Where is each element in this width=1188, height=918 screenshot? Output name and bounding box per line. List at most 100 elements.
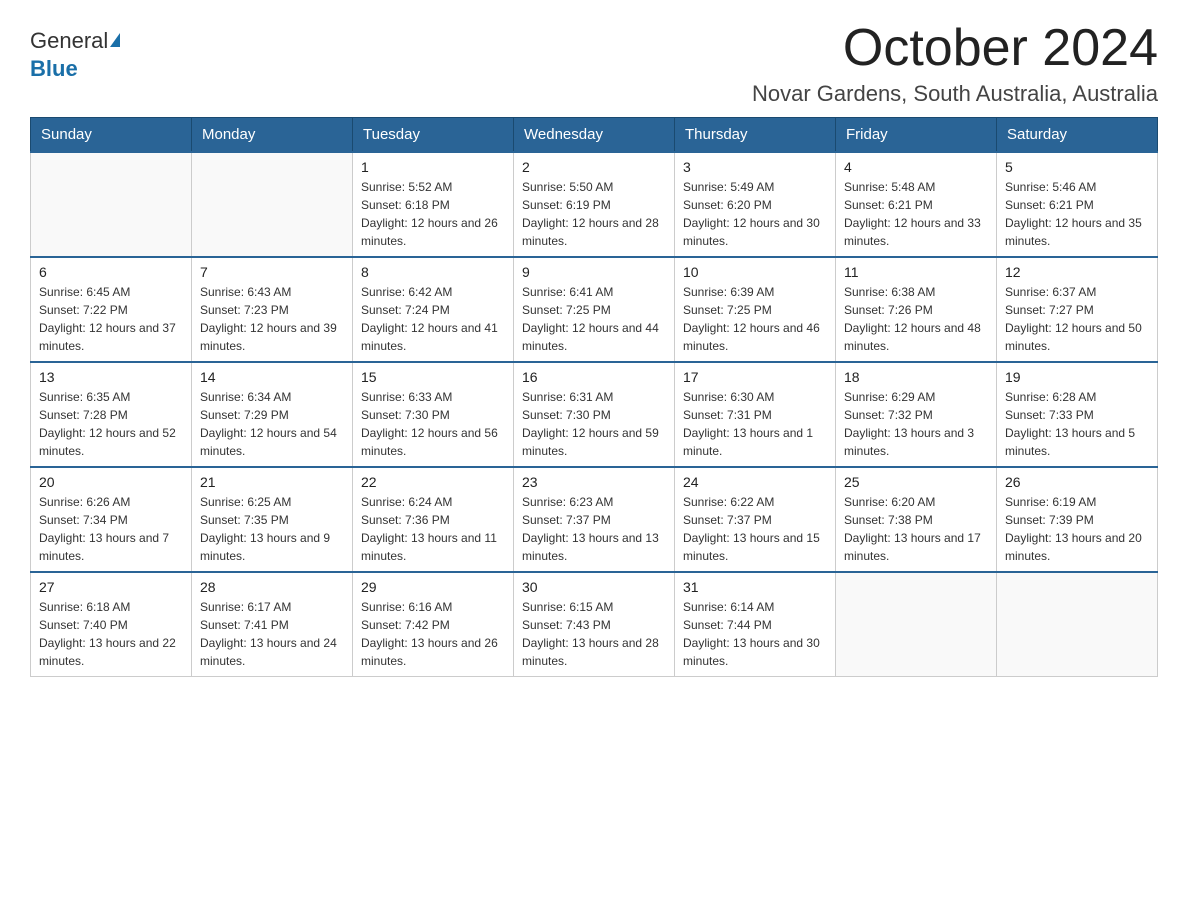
day-number: 25 [844, 474, 988, 490]
calendar-day-cell: 1 Sunrise: 5:52 AMSunset: 6:18 PMDaylight… [353, 152, 514, 257]
calendar-day-cell: 31Sunrise: 6:14 AMSunset: 7:44 PMDayligh… [675, 572, 836, 677]
day-info: Sunrise: 6:39 AMSunset: 7:25 PMDaylight:… [683, 283, 827, 355]
day-info: Sunrise: 6:15 AMSunset: 7:43 PMDaylight:… [522, 598, 666, 670]
day-number: 18 [844, 369, 988, 385]
calendar-week-row: 20Sunrise: 6:26 AMSunset: 7:34 PMDayligh… [31, 467, 1158, 572]
day-number: 26 [1005, 474, 1149, 490]
day-of-week-header: Friday [836, 118, 997, 153]
calendar-day-cell: 6 Sunrise: 6:45 AMSunset: 7:22 PMDaylight… [31, 257, 192, 362]
calendar-day-cell: 25 Sunrise: 6:20 AMSunset: 7:38 PMDayligh… [836, 467, 997, 572]
calendar-week-row: 1 Sunrise: 5:52 AMSunset: 6:18 PMDaylight… [31, 152, 1158, 257]
day-info: Sunrise: 6:45 AMSunset: 7:22 PMDaylight:… [39, 283, 183, 355]
day-info: Sunrise: 6:19 AMSunset: 7:39 PMDaylight:… [1005, 493, 1149, 565]
day-info: Sunrise: 5:50 AMSunset: 6:19 PMDaylight:… [522, 178, 666, 250]
day-number: 14 [200, 369, 344, 385]
calendar-day-cell: 12 Sunrise: 6:37 AMSunset: 7:27 PMDayligh… [997, 257, 1158, 362]
day-number: 29 [361, 579, 505, 595]
day-number: 13 [39, 369, 183, 385]
calendar-day-cell: 14 Sunrise: 6:34 AMSunset: 7:29 PMDayligh… [192, 362, 353, 467]
calendar-day-cell: 10 Sunrise: 6:39 AMSunset: 7:25 PMDayligh… [675, 257, 836, 362]
calendar-day-cell [31, 152, 192, 257]
calendar-day-cell: 24 Sunrise: 6:22 AMSunset: 7:37 PMDayligh… [675, 467, 836, 572]
day-number: 30 [522, 579, 666, 595]
day-number: 21 [200, 474, 344, 490]
day-info: Sunrise: 6:42 AMSunset: 7:24 PMDaylight:… [361, 283, 505, 355]
day-number: 22 [361, 474, 505, 490]
calendar-day-cell: 23Sunrise: 6:23 AMSunset: 7:37 PMDayligh… [514, 467, 675, 572]
calendar-day-cell: 11 Sunrise: 6:38 AMSunset: 7:26 PMDayligh… [836, 257, 997, 362]
title-block: October 2024 Novar Gardens, South Austra… [752, 20, 1158, 107]
day-number: 9 [522, 264, 666, 280]
calendar-day-cell: 26 Sunrise: 6:19 AMSunset: 7:39 PMDayligh… [997, 467, 1158, 572]
day-info: Sunrise: 6:29 AMSunset: 7:32 PMDaylight:… [844, 388, 988, 460]
day-of-week-header: Monday [192, 118, 353, 153]
calendar-day-cell: 17Sunrise: 6:30 AMSunset: 7:31 PMDayligh… [675, 362, 836, 467]
day-info: Sunrise: 6:43 AMSunset: 7:23 PMDaylight:… [200, 283, 344, 355]
days-of-week-row: SundayMondayTuesdayWednesdayThursdayFrid… [31, 118, 1158, 153]
calendar-day-cell: 9Sunrise: 6:41 AMSunset: 7:25 PMDaylight… [514, 257, 675, 362]
day-of-week-header: Tuesday [353, 118, 514, 153]
day-info: Sunrise: 6:16 AMSunset: 7:42 PMDaylight:… [361, 598, 505, 670]
day-number: 3 [683, 159, 827, 175]
day-of-week-header: Saturday [997, 118, 1158, 153]
day-number: 16 [522, 369, 666, 385]
day-number: 15 [361, 369, 505, 385]
calendar-table: SundayMondayTuesdayWednesdayThursdayFrid… [30, 117, 1158, 677]
calendar-day-cell: 20Sunrise: 6:26 AMSunset: 7:34 PMDayligh… [31, 467, 192, 572]
calendar-day-cell: 3 Sunrise: 5:49 AMSunset: 6:20 PMDaylight… [675, 152, 836, 257]
day-number: 24 [683, 474, 827, 490]
calendar-day-cell: 8Sunrise: 6:42 AMSunset: 7:24 PMDaylight… [353, 257, 514, 362]
logo-triangle-icon [110, 33, 120, 47]
calendar-day-cell: 22 Sunrise: 6:24 AMSunset: 7:36 PMDayligh… [353, 467, 514, 572]
day-of-week-header: Wednesday [514, 118, 675, 153]
day-info: Sunrise: 6:24 AMSunset: 7:36 PMDaylight:… [361, 493, 505, 565]
day-info: Sunrise: 5:52 AMSunset: 6:18 PMDaylight:… [361, 178, 505, 250]
day-number: 6 [39, 264, 183, 280]
day-number: 17 [683, 369, 827, 385]
day-info: Sunrise: 6:20 AMSunset: 7:38 PMDaylight:… [844, 493, 988, 565]
day-number: 23 [522, 474, 666, 490]
day-info: Sunrise: 6:22 AMSunset: 7:37 PMDaylight:… [683, 493, 827, 565]
day-info: Sunrise: 6:35 AMSunset: 7:28 PMDaylight:… [39, 388, 183, 460]
day-number: 5 [1005, 159, 1149, 175]
day-info: Sunrise: 6:18 AMSunset: 7:40 PMDaylight:… [39, 598, 183, 670]
logo-blue-text: Blue [30, 56, 78, 81]
day-number: 20 [39, 474, 183, 490]
day-number: 12 [1005, 264, 1149, 280]
calendar-week-row: 13 Sunrise: 6:35 AMSunset: 7:28 PMDayligh… [31, 362, 1158, 467]
day-info: Sunrise: 5:48 AMSunset: 6:21 PMDaylight:… [844, 178, 988, 250]
day-info: Sunrise: 6:31 AMSunset: 7:30 PMDaylight:… [522, 388, 666, 460]
subtitle: Novar Gardens, South Australia, Australi… [752, 81, 1158, 107]
day-info: Sunrise: 6:34 AMSunset: 7:29 PMDaylight:… [200, 388, 344, 460]
calendar-day-cell [997, 572, 1158, 677]
calendar-day-cell: 29 Sunrise: 6:16 AMSunset: 7:42 PMDayligh… [353, 572, 514, 677]
day-info: Sunrise: 6:38 AMSunset: 7:26 PMDaylight:… [844, 283, 988, 355]
day-info: Sunrise: 5:46 AMSunset: 6:21 PMDaylight:… [1005, 178, 1149, 250]
day-number: 1 [361, 159, 505, 175]
calendar-day-cell: 18 Sunrise: 6:29 AMSunset: 7:32 PMDayligh… [836, 362, 997, 467]
calendar-day-cell: 28Sunrise: 6:17 AMSunset: 7:41 PMDayligh… [192, 572, 353, 677]
calendar-day-cell [192, 152, 353, 257]
day-number: 19 [1005, 369, 1149, 385]
day-info: Sunrise: 6:28 AMSunset: 7:33 PMDaylight:… [1005, 388, 1149, 460]
calendar-week-row: 27 Sunrise: 6:18 AMSunset: 7:40 PMDayligh… [31, 572, 1158, 677]
calendar-day-cell: 7Sunrise: 6:43 AMSunset: 7:23 PMDaylight… [192, 257, 353, 362]
calendar-day-cell: 2Sunrise: 5:50 AMSunset: 6:19 PMDaylight… [514, 152, 675, 257]
logo: General Blue [30, 28, 120, 82]
day-number: 4 [844, 159, 988, 175]
calendar-day-cell: 21Sunrise: 6:25 AMSunset: 7:35 PMDayligh… [192, 467, 353, 572]
day-number: 11 [844, 264, 988, 280]
main-title: October 2024 [752, 20, 1158, 77]
day-number: 31 [683, 579, 827, 595]
day-info: Sunrise: 6:37 AMSunset: 7:27 PMDaylight:… [1005, 283, 1149, 355]
day-info: Sunrise: 6:33 AMSunset: 7:30 PMDaylight:… [361, 388, 505, 460]
day-number: 10 [683, 264, 827, 280]
day-number: 27 [39, 579, 183, 595]
calendar-day-cell: 30 Sunrise: 6:15 AMSunset: 7:43 PMDayligh… [514, 572, 675, 677]
calendar-day-cell: 15 Sunrise: 6:33 AMSunset: 7:30 PMDayligh… [353, 362, 514, 467]
day-info: Sunrise: 5:49 AMSunset: 6:20 PMDaylight:… [683, 178, 827, 250]
day-info: Sunrise: 6:17 AMSunset: 7:41 PMDaylight:… [200, 598, 344, 670]
day-of-week-header: Sunday [31, 118, 192, 153]
calendar-day-cell: 16 Sunrise: 6:31 AMSunset: 7:30 PMDayligh… [514, 362, 675, 467]
page-header: General Blue October 2024 Novar Gardens,… [30, 20, 1158, 107]
